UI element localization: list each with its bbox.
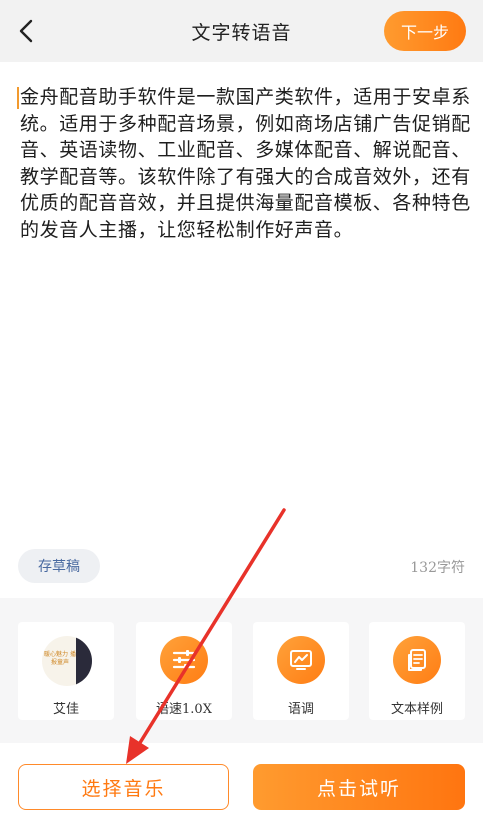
voice-avatar: 暖心魅力 播报童声	[42, 636, 92, 686]
tone-chart-icon	[277, 636, 325, 684]
top-bar: 文字转语音 下一步	[0, 0, 483, 62]
preview-listen-button[interactable]: 点击试听	[253, 764, 465, 810]
text-editor[interactable]: 金舟配音助手软件是一款国产类软件，适用于安卓系统。适用于多种配音场景，例如商场店…	[0, 62, 483, 598]
character-count: 132字符	[410, 560, 465, 576]
editor-text[interactable]: 金舟配音助手软件是一款国产类软件，适用于安卓系统。适用于多种配音场景，例如商场店…	[20, 84, 472, 243]
save-draft-button[interactable]: 存草稿	[18, 549, 100, 583]
speed-label: 语速1.0X	[156, 702, 212, 717]
tone-label: 语调	[287, 702, 314, 717]
text-sample-setting[interactable]: 文本样例	[369, 622, 465, 720]
choose-music-button[interactable]: 选择音乐	[18, 764, 229, 810]
voice-selector[interactable]: 暖心魅力 播报童声 艾佳	[18, 622, 114, 720]
tone-setting[interactable]: 语调	[253, 622, 349, 720]
next-step-button[interactable]: 下一步	[384, 11, 466, 51]
avatar-caption: 暖心魅力 播报童声	[44, 651, 76, 666]
text-cursor	[17, 87, 19, 109]
sliders-icon	[160, 636, 208, 684]
voice-name-label: 艾佳	[52, 702, 79, 717]
text-sample-label: 文本样例	[390, 702, 443, 717]
document-icon	[393, 636, 441, 684]
speed-setting[interactable]: 语速1.0X	[136, 622, 232, 720]
